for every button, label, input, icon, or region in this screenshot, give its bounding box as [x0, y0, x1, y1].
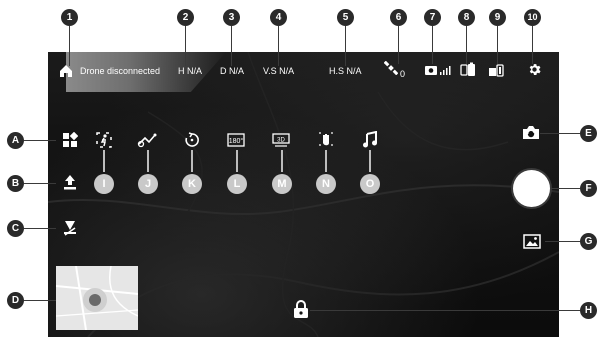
label-line-i — [103, 150, 105, 172]
callout-line-8 — [466, 26, 467, 64]
label-line-j — [147, 150, 149, 172]
callout-5: 5 — [337, 9, 354, 26]
callout-line-a — [24, 140, 56, 141]
callout-3: 3 — [223, 9, 240, 26]
camera-signal-icon — [425, 66, 451, 75]
callout-f: F — [580, 180, 597, 197]
mode-label-i: I — [94, 174, 114, 194]
shutter-button[interactable] — [513, 170, 550, 207]
label-line-n — [325, 150, 327, 172]
callout-4: 4 — [270, 9, 287, 26]
vertical-speed-readout: V.S N/A — [263, 66, 295, 76]
height-readout: H N/A — [178, 66, 203, 76]
orbit-icon[interactable] — [184, 132, 200, 148]
callout-h: H — [580, 302, 597, 319]
callout-line-c — [24, 228, 56, 229]
label-line-o — [369, 150, 371, 172]
music-icon[interactable] — [362, 131, 378, 148]
label-line-k — [191, 150, 193, 172]
home-icon[interactable] — [59, 64, 73, 78]
callout-9: 9 — [489, 9, 506, 26]
mode-label-n: N — [316, 174, 336, 194]
callout-10: 10 — [524, 9, 541, 26]
svg-text:180°: 180° — [229, 137, 244, 145]
gallery-icon[interactable] — [523, 234, 541, 249]
takeoff-icon[interactable] — [62, 174, 78, 191]
callout-line-3 — [231, 26, 232, 66]
callout-line-b — [24, 183, 56, 184]
callout-line-7 — [432, 26, 433, 64]
callout-line-g — [545, 241, 580, 242]
callout-line-6 — [398, 26, 399, 64]
connection-status: Drone disconnected — [80, 66, 161, 76]
callout-line-5 — [345, 26, 346, 66]
satellite-count: 0 — [400, 69, 406, 79]
callout-line-4 — [278, 26, 279, 66]
callout-g: G — [580, 233, 597, 250]
callout-b: B — [7, 175, 24, 192]
callout-line-10 — [532, 26, 533, 64]
mode-label-j: J — [138, 174, 158, 194]
distance-readout: D N/A — [220, 66, 245, 76]
callout-1: 1 — [61, 9, 78, 26]
mode-label-o: O — [360, 174, 380, 194]
mode-label-k: K — [182, 174, 202, 194]
label-line-m — [281, 150, 283, 172]
callout-line-9 — [497, 26, 498, 64]
callout-8: 8 — [458, 9, 475, 26]
label-line-l — [236, 150, 238, 172]
callout-6: 6 — [390, 9, 407, 26]
callout-line-2 — [185, 26, 186, 66]
mode-label-l: L — [227, 174, 247, 194]
minimap-roads — [56, 266, 138, 330]
panorama-180-icon[interactable]: 180° — [227, 132, 245, 148]
callout-e: E — [580, 125, 597, 142]
callout-line-f — [550, 188, 580, 189]
svg-text:3D: 3D — [277, 138, 285, 144]
callout-d: D — [7, 292, 24, 309]
callout-line-1 — [69, 26, 70, 66]
remote-battery-icon — [460, 62, 475, 76]
gesture-icon[interactable] — [318, 131, 334, 149]
lock-icon[interactable] — [292, 300, 310, 319]
switch-camera-icon[interactable] — [521, 124, 541, 141]
minimap[interactable] — [56, 266, 138, 330]
follow-me-icon[interactable] — [96, 132, 112, 148]
drone-battery-icon — [489, 64, 504, 77]
satellite-icon — [384, 61, 398, 75]
callout-c: C — [7, 220, 24, 237]
waypoint-icon[interactable] — [137, 132, 157, 148]
callout-2: 2 — [177, 9, 194, 26]
grid-menu-icon[interactable] — [62, 132, 78, 148]
callout-line-h — [310, 310, 580, 311]
vr-3d-icon[interactable]: 3D — [272, 132, 290, 148]
land-icon[interactable] — [62, 219, 78, 236]
callout-line-e — [540, 133, 580, 134]
gear-icon[interactable] — [527, 62, 542, 77]
callout-7: 7 — [424, 9, 441, 26]
callout-a: A — [7, 132, 24, 149]
horizontal-speed-readout: H.S N/A — [329, 66, 362, 76]
mode-label-m: M — [272, 174, 292, 194]
status-bar: Drone disconnected H N/A D N/A V.S N/A H… — [48, 52, 559, 92]
